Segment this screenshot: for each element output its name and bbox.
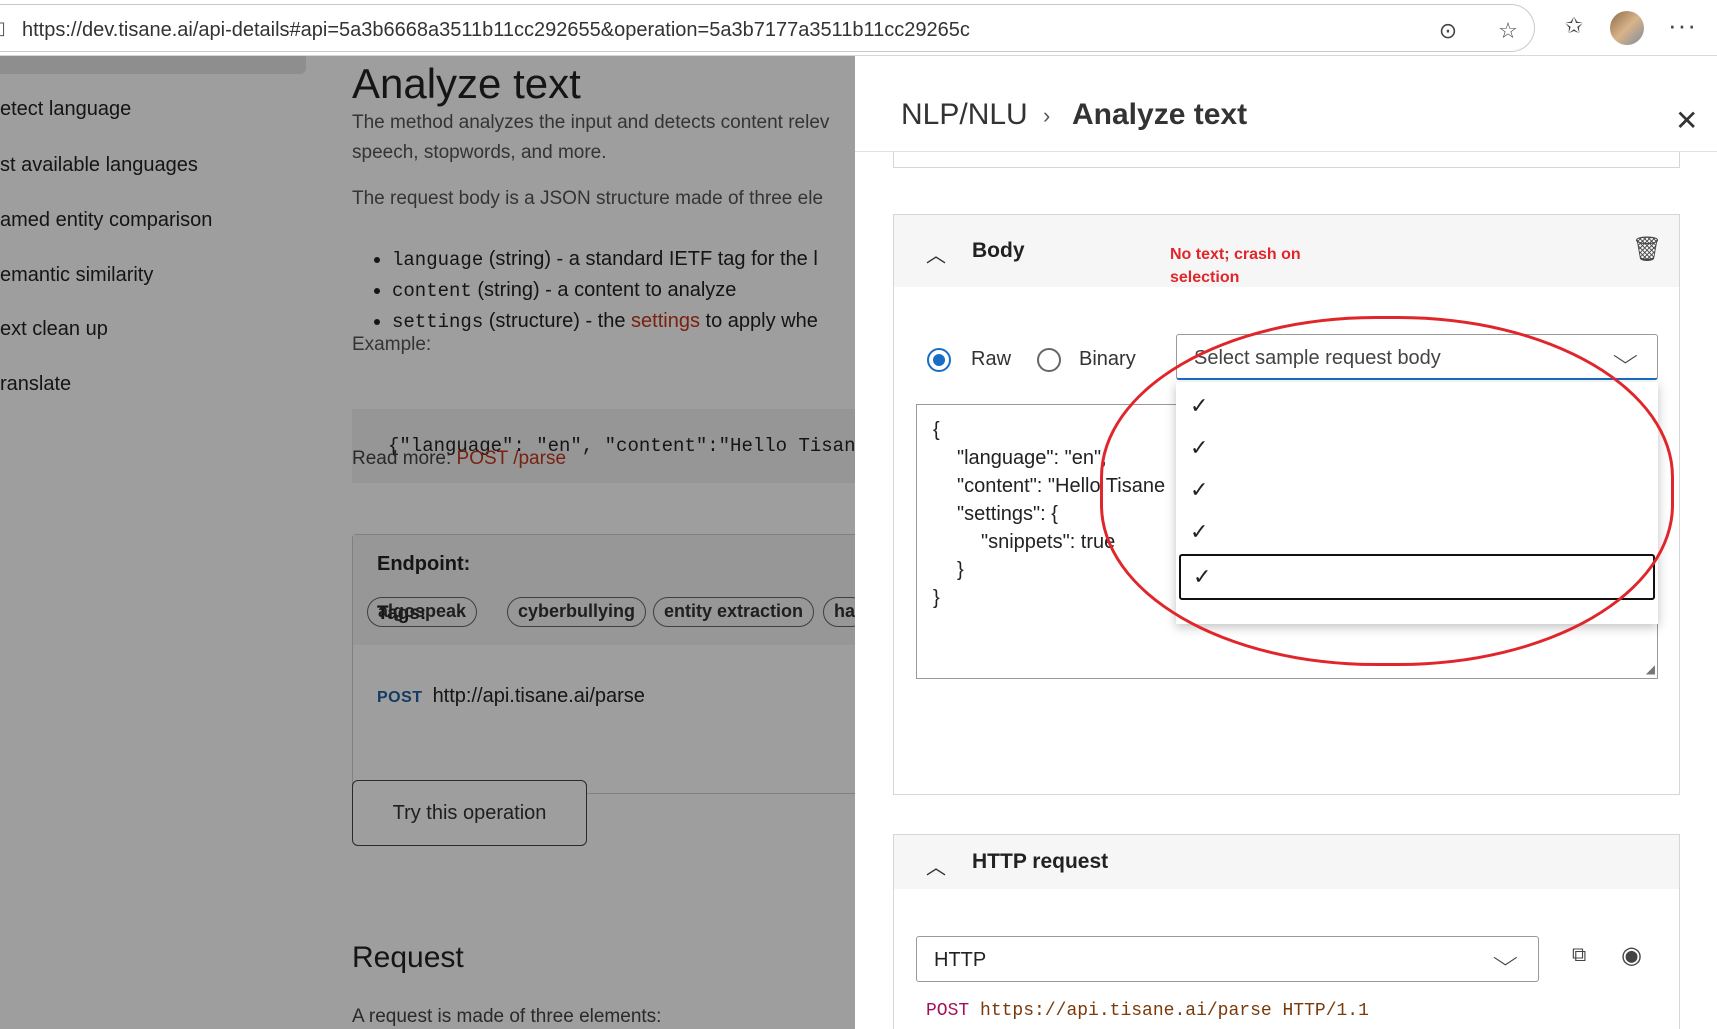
browser-toolbar: ▯ https://dev.tisane.ai/api-details#api=… <box>0 0 1717 56</box>
checkmark-icon: ✓ <box>1190 393 1209 418</box>
collapse-chevron-up-icon[interactable]: ︿ <box>926 239 946 268</box>
collapse-chevron-up-icon[interactable]: ︿ <box>926 851 946 880</box>
modal-backdrop[interactable] <box>0 56 855 1029</box>
chevron-down-icon[interactable]: ⌵ <box>1493 945 1518 971</box>
dropdown-option[interactable]: ✓ <box>1176 429 1658 471</box>
sample-body-select[interactable]: Select sample request body ⌵ <box>1176 334 1658 380</box>
breadcrumb-parent[interactable]: NLP/NLU <box>901 98 1028 132</box>
http-request-preview: POST https://api.tisane.ai/parse HTTP/1.… <box>926 1001 1369 1021</box>
favorites-list-icon[interactable]: ✩ <box>1560 12 1588 40</box>
dropdown-option-focused[interactable]: ✓ <box>1179 554 1655 600</box>
bug-annotation: No text; crash on selection <box>1170 246 1301 286</box>
body-card-title: Body <box>972 239 1025 262</box>
browser-menu-icon[interactable]: ··· <box>1668 10 1697 41</box>
sample-body-select-text: Select sample request body <box>1194 347 1441 369</box>
sample-body-dropdown: ✓ ✓ ✓ ✓ ✓ <box>1176 382 1658 624</box>
code-line: "content": "Hello Tisane <box>957 475 1166 497</box>
code-line: "snippets": true <box>981 531 1116 553</box>
raw-radio[interactable] <box>927 348 951 372</box>
binary-radio-label[interactable]: Binary <box>1079 348 1136 371</box>
raw-radio-label[interactable]: Raw <box>971 348 1011 371</box>
panel-title: Analyze text <box>1072 98 1248 131</box>
http-card-title: HTTP request <box>972 850 1109 873</box>
protocol-select[interactable]: HTTP ⌵ <box>916 936 1539 982</box>
code-line: "language": "en", <box>957 447 1107 469</box>
checkmark-icon: ✓ <box>1190 435 1209 460</box>
close-icon[interactable]: ✕ <box>1675 104 1698 137</box>
resize-grip-icon[interactable]: ◢ <box>1646 662 1655 676</box>
body-card-header[interactable]: ︿ Body No text; crash on selection 🗑 <box>894 215 1679 287</box>
checkmark-icon: ✓ <box>1190 477 1209 502</box>
more-options-icon[interactable]: ⊙ <box>1434 17 1462 45</box>
eye-icon[interactable]: ◉ <box>1621 941 1642 970</box>
code-line: { <box>933 419 940 441</box>
binary-radio[interactable] <box>1037 348 1061 372</box>
chevron-down-icon[interactable]: ⌵ <box>1613 343 1638 369</box>
code-line: } <box>957 559 964 581</box>
url-text[interactable]: https://dev.tisane.ai/api-details#api=5a… <box>22 19 970 42</box>
copy-icon[interactable]: ⧉ <box>1572 944 1586 967</box>
code-line: } <box>933 587 940 609</box>
dropdown-option[interactable]: ✓ <box>1176 513 1658 555</box>
address-bar[interactable]: ▯ https://dev.tisane.ai/api-details#api=… <box>0 4 1535 52</box>
profile-avatar[interactable] <box>1610 11 1644 45</box>
trash-icon[interactable]: 🗑 <box>1632 235 1662 264</box>
http-request-card: ︿ HTTP request <box>893 834 1680 1029</box>
panel-header: NLP/NLU › Analyze text ✕ <box>855 56 1717 152</box>
protocol-select-text: HTTP <box>934 949 987 971</box>
favorite-star-icon[interactable]: ☆ <box>1494 17 1522 45</box>
dropdown-option[interactable]: ✓ <box>1176 387 1658 429</box>
breadcrumb-chevron-icon: › <box>1043 103 1051 128</box>
checkmark-icon: ✓ <box>1193 564 1212 589</box>
code-line: "settings": { <box>957 503 1058 525</box>
try-it-panel: NLP/NLU › Analyze text ✕ ︿ Body No text;… <box>855 56 1717 1029</box>
http-card-header[interactable]: ︿ HTTP request <box>894 835 1679 889</box>
checkmark-icon: ✓ <box>1190 519 1209 544</box>
dropdown-option[interactable]: ✓ <box>1176 471 1658 513</box>
lock-icon[interactable]: ▯ <box>0 18 6 39</box>
previous-card-edge <box>893 152 1680 168</box>
